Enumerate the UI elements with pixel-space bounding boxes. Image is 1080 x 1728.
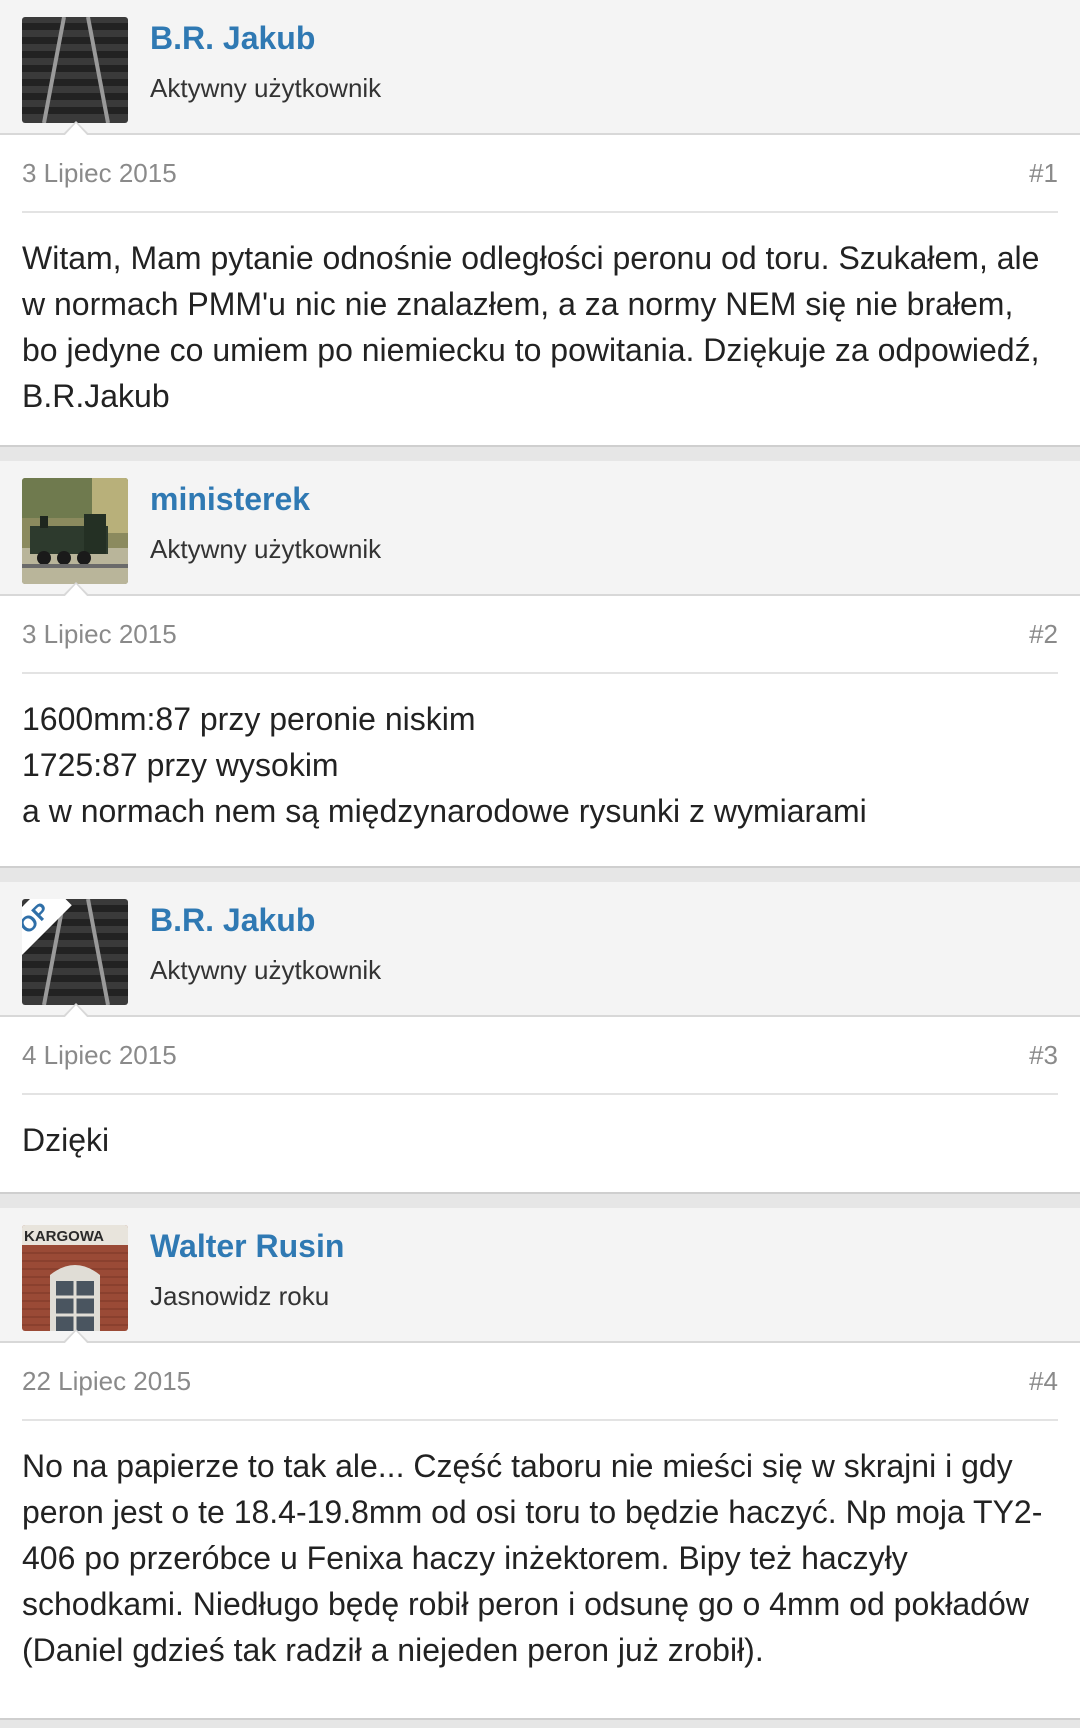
post-body: 1600mm:87 przy peronie niskim 1725:87 pr…	[0, 674, 1080, 834]
username[interactable]: B.R. Jakub	[150, 20, 315, 57]
user-title: Aktywny użytkownik	[150, 73, 382, 103]
thread: B.R. Jakub Aktywny użytkownik 3 Lipiec 2…	[0, 0, 1080, 1728]
post-header: ministerek Aktywny użytkownik	[0, 461, 1080, 597]
post: ministerek Aktywny użytkownik 3 Lipiec 2…	[0, 461, 1080, 866]
railway-track-avatar[interactable]: OP	[22, 899, 128, 1005]
post-message: 1600mm:87 przy peronie niskim 1725:87 pr…	[22, 701, 867, 829]
post: KARGOWA Walter Rusin Jasnowidz roku 22 L…	[0, 1208, 1080, 1718]
post-meta: 3 Lipiec 2015 #1	[22, 135, 1058, 213]
post-separator	[0, 1192, 1080, 1208]
post-meta: 3 Lipiec 2015 #2	[22, 596, 1058, 674]
username[interactable]: B.R. Jakub	[150, 902, 315, 939]
post-permalink[interactable]: #1	[1029, 158, 1058, 189]
station-sign-text: KARGOWA	[24, 1228, 104, 1245]
post-message: Dzięki	[22, 1122, 110, 1158]
post: B.R. Jakub Aktywny użytkownik 3 Lipiec 2…	[0, 0, 1080, 445]
railway-track-icon	[22, 17, 128, 123]
post-body: Dzięki	[0, 1095, 1080, 1163]
post-date[interactable]: 22 Lipiec 2015	[22, 1366, 191, 1397]
post-date[interactable]: 3 Lipiec 2015	[22, 619, 177, 650]
post-header: KARGOWA Walter Rusin Jasnowidz roku	[0, 1208, 1080, 1344]
username[interactable]: ministerek	[150, 481, 310, 518]
avatar-pointer	[62, 121, 90, 136]
user-title: Jasnowidz roku	[150, 1281, 330, 1311]
post-body: No na papierze to tak ale... Część tabor…	[0, 1421, 1080, 1673]
locomotive-icon	[22, 478, 128, 584]
station-building-avatar[interactable]: KARGOWA	[22, 1225, 128, 1331]
user-title: Aktywny użytkownik	[150, 534, 382, 564]
post-date[interactable]: 3 Lipiec 2015	[22, 158, 177, 189]
username[interactable]: Walter Rusin	[150, 1228, 344, 1265]
post-permalink[interactable]: #3	[1029, 1040, 1058, 1071]
post-header: OP B.R. Jakub Aktywny użytkownik	[0, 882, 1080, 1018]
post-meta: 4 Lipiec 2015 #3	[22, 1017, 1058, 1095]
avatar-pointer	[62, 1329, 90, 1344]
post-permalink[interactable]: #4	[1029, 1366, 1058, 1397]
model-locomotive-avatar[interactable]	[22, 478, 128, 584]
post-date[interactable]: 4 Lipiec 2015	[22, 1040, 177, 1071]
user-title: Aktywny użytkownik	[150, 955, 382, 985]
post-separator	[0, 866, 1080, 882]
avatar-pointer	[62, 582, 90, 597]
post-message: No na papierze to tak ale... Część tabor…	[22, 1448, 1043, 1668]
post-separator	[0, 1718, 1080, 1728]
railway-track-avatar[interactable]	[22, 17, 128, 123]
post-body: Witam, Mam pytanie odnośnie odległości p…	[0, 213, 1080, 419]
post-meta: 22 Lipiec 2015 #4	[22, 1343, 1058, 1421]
post-message: Witam, Mam pytanie odnośnie odległości p…	[22, 240, 1040, 414]
post: OP B.R. Jakub Aktywny użytkownik 4 Lipie…	[0, 882, 1080, 1192]
station-building-icon: KARGOWA	[22, 1225, 128, 1331]
post-separator	[0, 445, 1080, 461]
post-header: B.R. Jakub Aktywny użytkownik	[0, 0, 1080, 136]
avatar-pointer	[62, 1003, 90, 1018]
post-permalink[interactable]: #2	[1029, 619, 1058, 650]
